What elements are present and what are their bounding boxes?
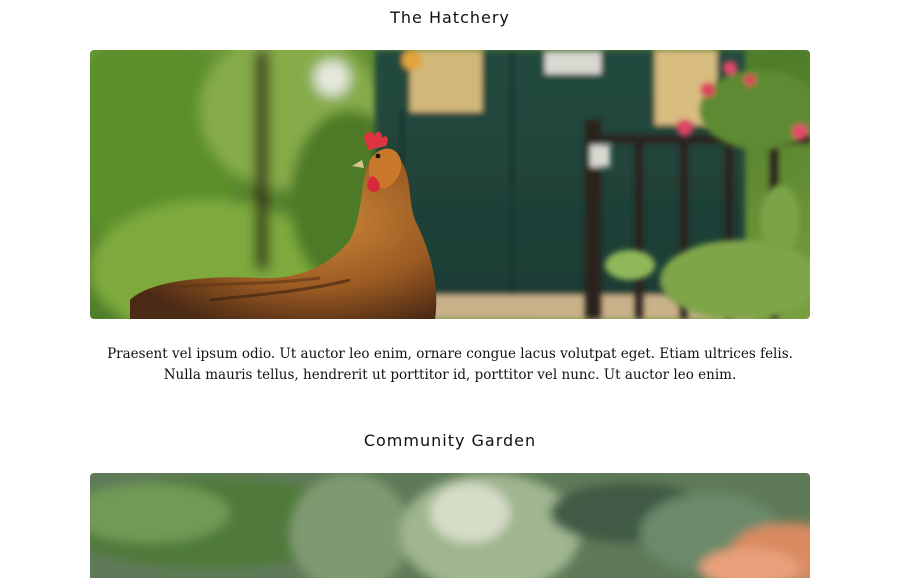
hatchery-description: Praesent vel ipsum odio. Ut auctor leo e… [107,346,793,383]
vegetables-image [90,473,810,578]
section-title-community-garden: Community Garden [363,431,537,450]
hatchery-photo [90,50,810,319]
community-garden-photo [90,473,810,578]
page: The Hatchery Praesent vel ipsum odio. Ut… [0,0,900,578]
section-title-hatchery: The Hatchery [390,8,510,27]
chicken-image [90,50,810,319]
